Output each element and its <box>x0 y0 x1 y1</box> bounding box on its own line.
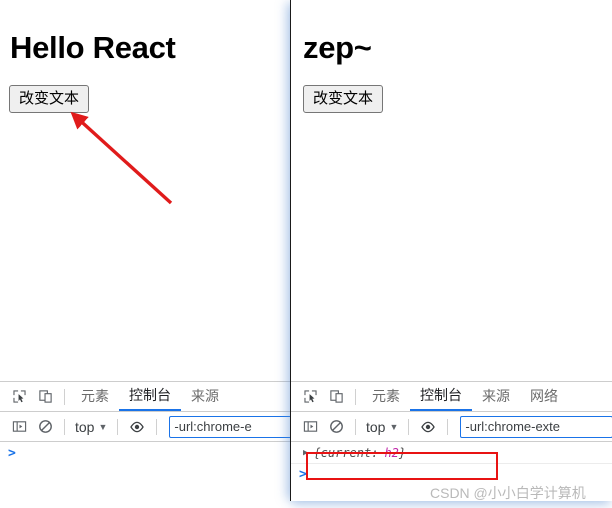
console-filter-value: -url:chrome-e <box>174 419 252 434</box>
console-toolbar-divider-3 <box>156 418 158 435</box>
console-filter-value: -url:chrome-exte <box>465 419 561 434</box>
clear-console-icon[interactable] <box>32 415 58 439</box>
device-toolbar-icon[interactable] <box>32 385 58 409</box>
tab-elements[interactable]: 元素 <box>362 382 410 411</box>
console-context-value: top <box>366 418 386 435</box>
inspect-element-icon[interactable] <box>297 385 323 409</box>
clear-console-icon[interactable] <box>323 415 349 439</box>
toolbar-divider <box>355 388 356 405</box>
foreground-browser-window: zep~ 改变文本 元素 控制台 来源 网络 top ▼ -url:chrome… <box>290 0 612 501</box>
change-text-button[interactable]: 改变文本 <box>303 85 384 113</box>
inspect-element-icon[interactable] <box>6 385 32 409</box>
page-title: zep~ <box>303 30 372 65</box>
toolbar-divider <box>64 388 65 405</box>
console-toolbar-divider-2 <box>117 418 119 435</box>
console-context-selector[interactable]: top ▼ <box>362 419 402 435</box>
devtools-tabbar: 元素 控制台 来源 网络 <box>291 382 612 412</box>
tab-sources[interactable]: 来源 <box>472 382 520 411</box>
live-expression-eye-icon[interactable] <box>124 415 150 439</box>
tab-elements[interactable]: 元素 <box>71 382 119 411</box>
change-text-button[interactable]: 改变文本 <box>9 85 90 113</box>
tab-sources[interactable]: 来源 <box>181 382 229 411</box>
console-context-selector[interactable]: top ▼ <box>71 419 111 435</box>
console-toolbar: top ▼ -url:chrome-exte <box>291 412 612 442</box>
tab-console[interactable]: 控制台 <box>119 382 181 411</box>
console-toolbar-divider-1 <box>355 418 356 435</box>
console-output-highlight-box <box>306 452 498 480</box>
live-expression-eye-icon[interactable] <box>415 415 441 439</box>
console-toolbar-divider-3 <box>447 418 449 435</box>
console-sidebar-icon[interactable] <box>297 415 323 439</box>
prompt-chevron-icon: > <box>8 445 16 461</box>
console-toolbar-divider-1 <box>64 418 65 435</box>
csdn-watermark: CSDN @小小白学计算机 <box>430 485 586 501</box>
page-button-container: 改变文本 <box>291 63 612 113</box>
console-sidebar-icon[interactable] <box>6 415 32 439</box>
chevron-down-icon: ▼ <box>389 421 399 432</box>
console-toolbar-divider-2 <box>408 418 410 435</box>
chevron-down-icon: ▼ <box>98 421 108 432</box>
tab-console[interactable]: 控制台 <box>410 382 472 411</box>
tab-network[interactable]: 网络 <box>520 382 568 411</box>
console-filter-input[interactable]: -url:chrome-exte <box>460 415 612 438</box>
device-toolbar-icon[interactable] <box>323 385 349 409</box>
console-context-value: top <box>75 418 95 435</box>
foreground-page-viewport: zep~ 改变文本 <box>291 0 612 381</box>
